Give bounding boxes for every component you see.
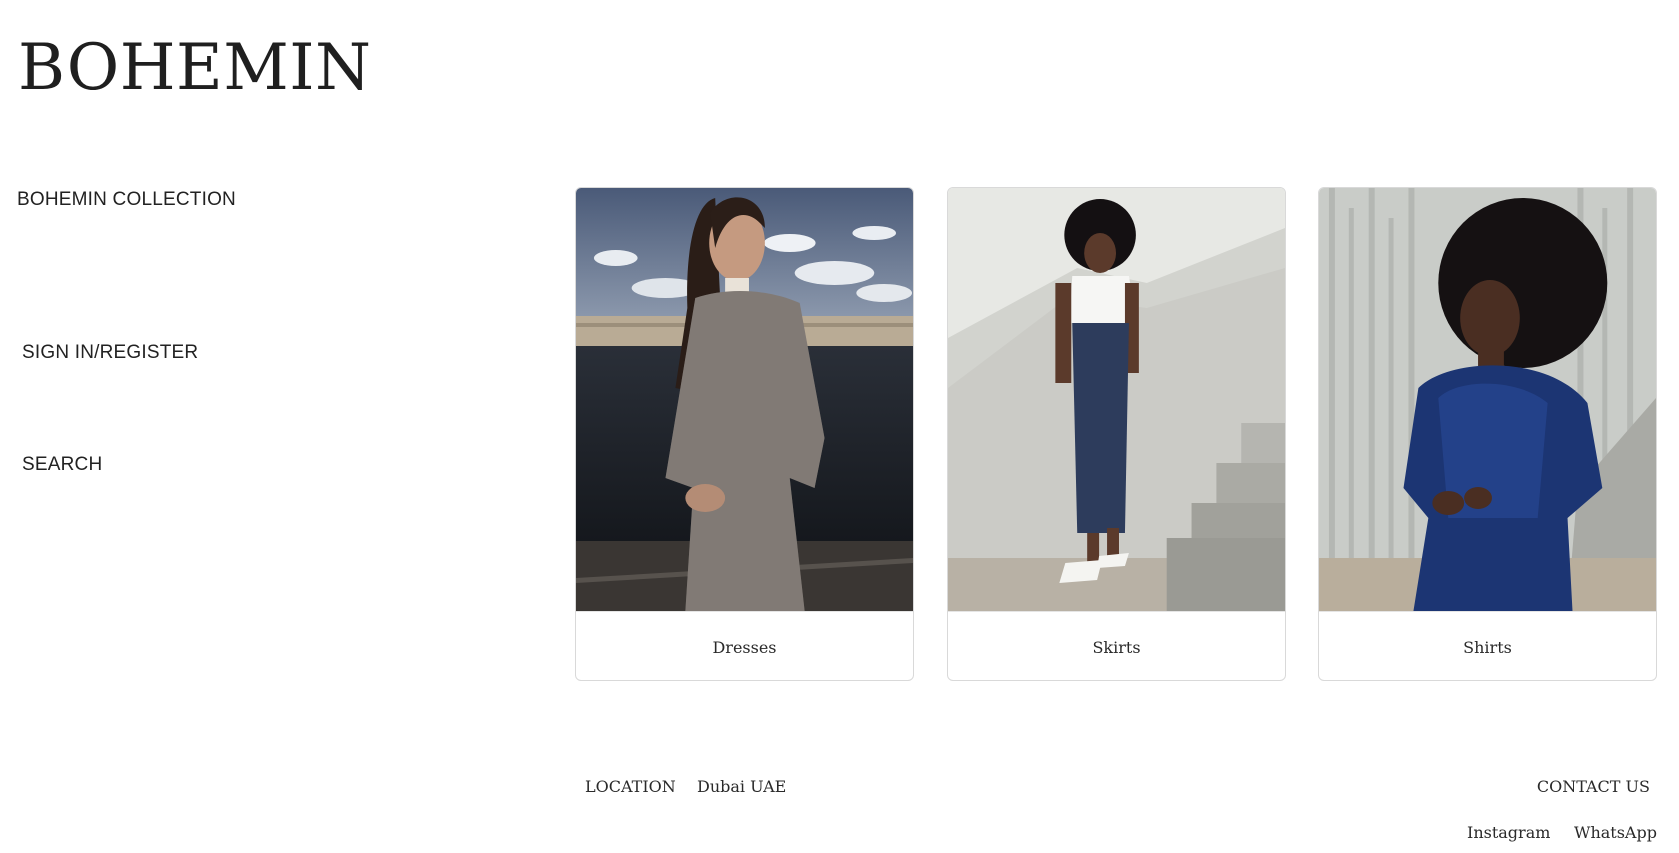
footer-whatsapp-link[interactable]: WhatsApp [1574, 823, 1657, 842]
nav-search-link[interactable]: SEARCH [22, 454, 102, 476]
category-card-skirts[interactable]: Skirts [947, 187, 1286, 681]
shirts-photo[interactable] [1319, 188, 1656, 611]
category-label-skirts[interactable]: Skirts [948, 611, 1285, 680]
skirts-photo-graphic [948, 188, 1285, 611]
shirts-photo-graphic [1319, 188, 1656, 611]
brand-logo[interactable]: BOHEMIN [18, 36, 372, 100]
category-label-dresses[interactable]: Dresses [576, 611, 913, 680]
nav-signin-register-link[interactable]: SIGN IN/REGISTER [22, 342, 198, 364]
category-label-shirts[interactable]: Shirts [1319, 611, 1656, 680]
skirts-photo[interactable] [948, 188, 1285, 611]
footer-contact-us-link[interactable]: CONTACT US [1537, 777, 1650, 796]
category-card-dresses[interactable]: Dresses [575, 187, 914, 681]
dresses-photo[interactable] [576, 188, 913, 611]
footer-location-label: LOCATION [585, 777, 676, 796]
dresses-photo-graphic [576, 188, 913, 611]
footer-location-value: Dubai UAE [697, 777, 787, 796]
footer-instagram-link[interactable]: Instagram [1467, 823, 1550, 842]
category-card-shirts[interactable]: Shirts [1318, 187, 1657, 681]
nav-collection-link[interactable]: BOHEMIN COLLECTION [17, 189, 236, 211]
